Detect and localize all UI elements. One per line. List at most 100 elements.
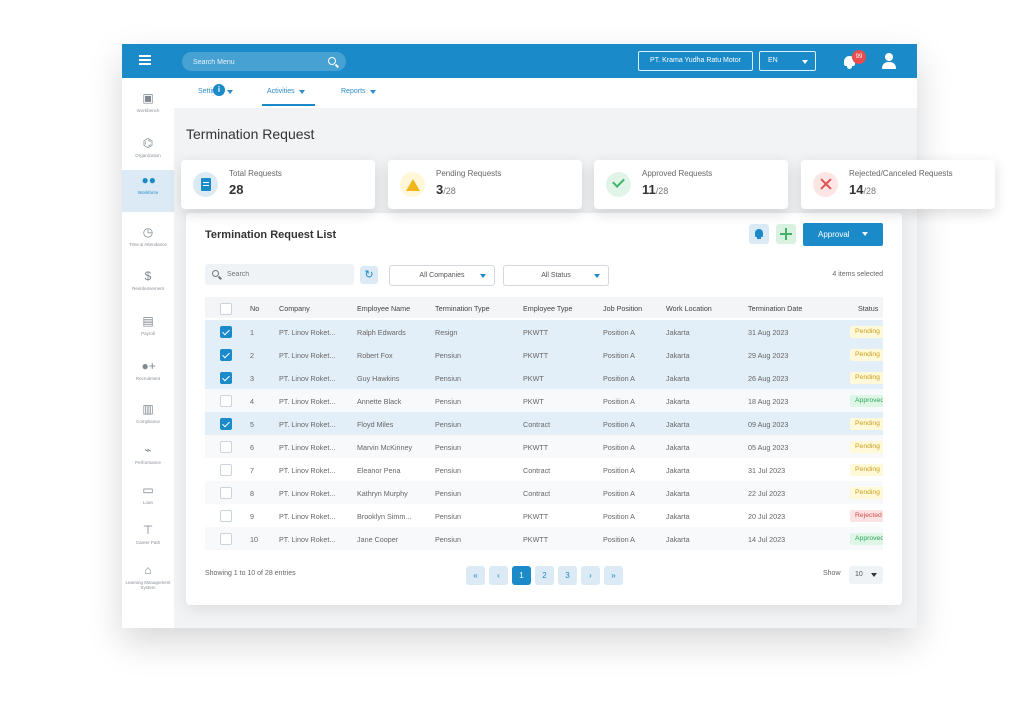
row-checkbox[interactable]: [220, 372, 232, 384]
user-profile-icon[interactable]: [881, 53, 897, 69]
sidebar-item-payroll[interactable]: ▤ Payroll: [122, 311, 174, 353]
termination-type-cell: Resign: [435, 328, 458, 337]
termination-date-cell: 09 Aug 2023: [748, 420, 789, 429]
column-employee-type: Employee Type: [523, 304, 573, 313]
row-number: 8: [250, 489, 254, 498]
row-checkbox[interactable]: [220, 349, 232, 361]
status-badge: Pending: [850, 441, 883, 453]
table-row[interactable]: 6 PT. Linov Roket... Marvin McKinney Pensiu…: [205, 435, 883, 458]
chevron-down-icon: [369, 90, 376, 94]
chevron-down-icon: [802, 60, 808, 64]
items-selected-count: 4 items selected: [832, 271, 883, 278]
list-search-box[interactable]: [205, 264, 354, 285]
employee-name-cell: Eleanor Pena: [357, 466, 401, 475]
refresh-icon: ↻: [364, 269, 374, 281]
status-filter[interactable]: All Status: [503, 265, 609, 286]
page-1-button[interactable]: 1: [512, 566, 531, 585]
approval-button[interactable]: Approval: [803, 223, 883, 246]
sidebar-item-time-attendance[interactable]: ◷ Time & Attendance: [122, 222, 174, 264]
sidebar-item-loan[interactable]: ▭ Loan: [122, 480, 174, 522]
hamburger-menu-icon[interactable]: [139, 55, 151, 65]
table-row[interactable]: 10 PT. Linov Roket... Jane Cooper Pensiun PK…: [205, 527, 883, 550]
list-search-input[interactable]: [227, 268, 337, 281]
first-page-button[interactable]: «: [466, 566, 485, 585]
table-row[interactable]: 8 PT. Linov Roket... Kathryn Murphy Pensiun…: [205, 481, 883, 504]
company-selector[interactable]: PT. Krama Yudha Ratu Motor: [638, 51, 753, 71]
status-badge: Pending: [850, 326, 883, 338]
termination-type-cell: Pensiun: [435, 420, 461, 429]
people-icon: ●●: [141, 173, 157, 187]
info-icon[interactable]: i: [213, 84, 225, 96]
employee-type-cell: PKWTT: [523, 328, 549, 337]
job-position-cell: Position A: [603, 328, 635, 337]
signpost-icon: ⊤: [142, 523, 154, 537]
stat-label: Pending Requests: [436, 169, 502, 178]
next-page-button[interactable]: ›: [581, 566, 600, 585]
stat-value: 11/28: [642, 182, 669, 197]
show-label: Show: [823, 570, 841, 577]
approved-requests-card: Approved Requests 11/28: [594, 160, 788, 209]
table-row[interactable]: 7 PT. Linov Roket... Eleanor Pena Pensiun Co…: [205, 458, 883, 481]
table-row[interactable]: 3 PT. Linov Roket... Guy Hawkins Pensiun PKW…: [205, 366, 883, 389]
add-request-button[interactable]: [776, 224, 796, 244]
row-checkbox[interactable]: [220, 464, 232, 476]
table-row[interactable]: 9 PT. Linov Roket... Brooklyn Simm... Pensi…: [205, 504, 883, 527]
row-checkbox[interactable]: [220, 487, 232, 499]
menu-search-box[interactable]: [182, 52, 346, 71]
refresh-button[interactable]: ↻: [360, 266, 378, 284]
sidebar-item-performance[interactable]: ⌁ Performance: [122, 440, 174, 482]
tab-reports[interactable]: Reports: [341, 88, 376, 95]
sidebar-item-learning[interactable]: ⌂ Learning Management System: [122, 560, 174, 615]
work-location-cell: Jakarta: [666, 328, 690, 337]
pagination-summary: Showing 1 to 10 of 28 entries: [205, 570, 296, 577]
page-2-button[interactable]: 2: [535, 566, 554, 585]
work-location-cell: Jakarta: [666, 420, 690, 429]
job-position-cell: Position A: [603, 397, 635, 406]
list-title: Termination Request List: [205, 229, 337, 241]
row-checkbox[interactable]: [220, 533, 232, 545]
sidebar-item-compliance[interactable]: ▥ Compliance: [122, 399, 174, 441]
pending-requests-card: Pending Requests 3/28: [388, 160, 582, 209]
previous-page-button[interactable]: ‹: [489, 566, 508, 585]
clock-icon: ◷: [142, 225, 154, 239]
language-selector[interactable]: EN: [759, 51, 816, 71]
notification-button[interactable]: [749, 224, 769, 244]
sidebar-item-organization[interactable]: ⌬ Organization: [122, 133, 174, 175]
sidebar-item-career-path[interactable]: ⊤ Career Path: [122, 520, 174, 562]
notification-count-badge: 99: [852, 50, 866, 64]
row-number: 3: [250, 374, 254, 383]
chevron-down-icon: [227, 90, 234, 94]
row-checkbox[interactable]: [220, 395, 232, 407]
table-row[interactable]: 2 PT. Linov Roket... Robert Fox Pensiun PKWT…: [205, 343, 883, 366]
stat-label: Approved Requests: [642, 169, 713, 178]
sidebar-item-workforce[interactable]: ●● Workforce: [122, 170, 174, 212]
table-row[interactable]: 4 PT. Linov Roket... Annette Black Pensiun P…: [205, 389, 883, 412]
document-icon: [193, 172, 218, 197]
page-3-button[interactable]: 3: [558, 566, 577, 585]
payroll-icon: ▤: [142, 314, 154, 328]
select-all-checkbox[interactable]: [220, 303, 232, 315]
menu-search-input[interactable]: [193, 56, 313, 68]
employee-type-cell: PKWTT: [523, 535, 549, 544]
employee-type-cell: PKWT: [523, 397, 544, 406]
tab-activities[interactable]: Activities: [267, 88, 305, 95]
termination-type-cell: Pensiun: [435, 489, 461, 498]
row-checkbox[interactable]: [220, 326, 232, 338]
table-row[interactable]: 1 PT. Linov Roket... Ralph Edwards Resign PK…: [205, 320, 883, 343]
sidebar-item-recruitment[interactable]: ●+ Recruitment: [122, 356, 174, 398]
row-checkbox[interactable]: [220, 510, 232, 522]
column-termination-date: Termination Date: [748, 304, 803, 313]
row-checkbox[interactable]: [220, 441, 232, 453]
row-checkbox[interactable]: [220, 418, 232, 430]
page-size-select[interactable]: 10: [849, 566, 883, 584]
company-filter[interactable]: All Companies: [389, 265, 495, 286]
sidebar-item-reimbursement[interactable]: $ Reimbursement: [122, 266, 174, 308]
table-row[interactable]: 5 PT. Linov Roket... Floyd Miles Pensiun Con…: [205, 412, 883, 435]
job-position-cell: Position A: [603, 489, 635, 498]
job-position-cell: Position A: [603, 443, 635, 452]
last-page-button[interactable]: »: [604, 566, 623, 585]
sidebar-item-workbench[interactable]: ▣ Workbench: [122, 88, 174, 130]
search-icon[interactable]: [328, 57, 336, 65]
tab-label: Activities: [267, 88, 295, 95]
check-icon: [606, 172, 631, 197]
